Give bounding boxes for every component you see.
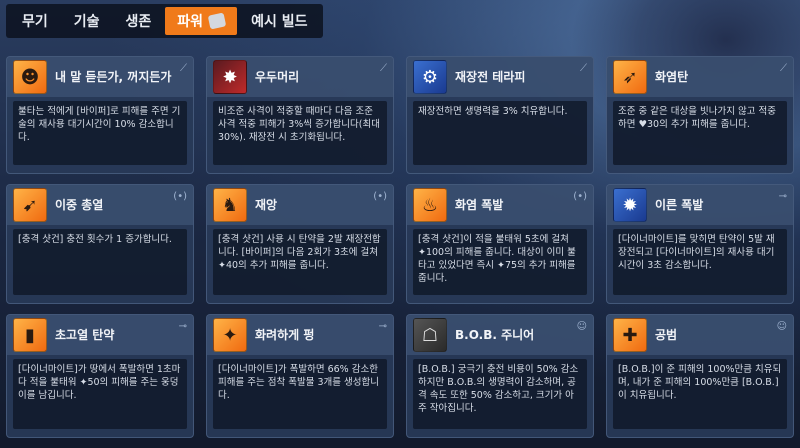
bomb-icon: ✦ <box>213 318 247 352</box>
power-card[interactable]: ☖ B.O.B. 주니어 ☺ [B.O.B.] 궁극기 충전 비용이 50% 감… <box>406 314 594 438</box>
power-card[interactable]: ✸ 우두머리 ⟋ 비조준 사격이 적중할 때마다 다음 조준 사격 적중 피해가… <box>206 56 394 174</box>
card-title: 화려하게 펑 <box>255 328 315 342</box>
card-description: [충격 샷건] 사용 시 탄약을 2발 재장전합니다. [바이퍼]의 다음 2회… <box>213 229 387 295</box>
tab-ability[interactable]: 기술 <box>62 7 112 35</box>
tab-weapon[interactable]: 무기 <box>10 7 60 35</box>
card-header: ▮ 초고열 탄약 <box>7 315 193 355</box>
tab-survival[interactable]: 생존 <box>114 7 164 35</box>
category-icon: ☺ <box>576 321 587 332</box>
flame-icon: ♨ <box>413 188 447 222</box>
power-card[interactable]: ♨ 화염 폭발 (•) [충격 샷건]이 적을 불태워 5초에 걸쳐 ✦100의… <box>406 184 594 304</box>
card-title: 이른 폭발 <box>655 198 704 212</box>
card-description: 조준 중 같은 대상을 빗나가지 않고 적중하면 ♥30의 추가 피해를 줍니다… <box>613 101 787 165</box>
power-card[interactable]: ⚙ 재장전 테라피 ⟋ 재장전하면 생명력을 3% 치유합니다. <box>406 56 594 174</box>
card-header: ✦ 화려하게 펑 <box>207 315 393 355</box>
card-title: 이중 총열 <box>55 198 104 212</box>
power-card[interactable]: ✹ 이른 폭발 ⊸ [다이너마이트]를 맞히면 탄약이 5발 재장전되고 [다이… <box>606 184 794 304</box>
category-icon: ⊸ <box>778 191 787 202</box>
card-description: [B.O.B.] 궁극기 충전 비용이 50% 감소하지만 B.O.B.의 생명… <box>413 359 587 429</box>
gun-icon: ⚙ <box>413 60 447 94</box>
card-description: [다이너마이트]가 땅에서 폭발하면 1초마다 적을 불태워 ✦50의 피해를 … <box>13 359 187 429</box>
card-title: 화염 폭발 <box>455 198 504 212</box>
card-description: 불타는 적에게 [바이퍼]로 피해를 주면 기술의 재사용 대기시간이 10% … <box>13 101 187 165</box>
card-title: 재장전 테라피 <box>455 70 526 84</box>
card-header: ☖ B.O.B. 주니어 <box>407 315 593 355</box>
power-card[interactable]: ✚ 공범 ☺ [B.O.B.]이 준 피해의 100%만큼 치유되며, 내가 준… <box>606 314 794 438</box>
tab-label: 예시 빌드 <box>251 14 308 30</box>
category-icon: ⊸ <box>178 321 187 332</box>
card-header: ➹ 이중 총열 <box>7 185 193 225</box>
tab-label: 기술 <box>73 14 100 30</box>
card-header: ⚙ 재장전 테라피 <box>407 57 593 97</box>
dynamite-icon: ✹ <box>613 188 647 222</box>
power-card[interactable]: ♞ 재앙 (•) [충격 샷건] 사용 시 탄약을 2발 재장전합니다. [바이… <box>206 184 394 304</box>
robot-icon: ☖ <box>413 318 447 352</box>
category-icon: ⟋ <box>180 63 187 74</box>
card-description: 재장전하면 생명력을 3% 치유합니다. <box>413 101 587 165</box>
shotgun-icon: ➹ <box>13 188 47 222</box>
category-icon: (•) <box>373 191 387 202</box>
category-icon: ⟋ <box>780 63 787 74</box>
card-description: [B.O.B.]이 준 피해의 100%만큼 치유되며, 내가 준 피해의 10… <box>613 359 787 429</box>
cross-icon: ✚ <box>613 318 647 352</box>
person-icon: ☻ <box>13 60 47 94</box>
power-card[interactable]: ➹ 이중 총열 (•) [충격 샷건] 충전 횟수가 1 증가합니다. <box>6 184 194 304</box>
burst-icon: ✸ <box>213 60 247 94</box>
card-header: ✹ 이른 폭발 <box>607 185 793 225</box>
power-card[interactable]: ▮ 초고열 탄약 ⊸ [다이너마이트]가 땅에서 폭발하면 1초마다 적을 불태… <box>6 314 194 438</box>
tab-power[interactable]: 파워 <box>165 7 238 35</box>
category-icon: ☺ <box>776 321 787 332</box>
tab-bar: 무기 기술 생존 파워 예시 빌드 <box>6 4 324 38</box>
power-card[interactable]: ☻ 내 말 듣든가, 꺼지든가 ⟋ 불타는 적에게 [바이퍼]로 피해를 주면 … <box>6 56 194 174</box>
card-description: [충격 샷건] 충전 횟수가 1 증가합니다. <box>13 229 187 295</box>
tab-label: 생존 <box>125 14 152 30</box>
category-icon: (•) <box>573 191 587 202</box>
category-icon: ⊸ <box>378 321 387 332</box>
card-title: 재앙 <box>255 198 278 212</box>
power-tab-icon <box>207 12 227 30</box>
tab-example-build[interactable]: 예시 빌드 <box>239 7 319 35</box>
tab-label: 무기 <box>22 14 48 30</box>
card-title: 초고열 탄약 <box>55 328 115 342</box>
category-icon: ⟋ <box>380 63 387 74</box>
card-title: 화염탄 <box>655 70 689 84</box>
card-header: ✚ 공범 <box>607 315 793 355</box>
card-header: ☻ 내 말 듣든가, 꺼지든가 <box>7 57 193 97</box>
card-description: 비조준 사격이 적중할 때마다 다음 조준 사격 적중 피해가 3%씩 증가합니… <box>213 101 387 165</box>
card-title: B.O.B. 주니어 <box>455 328 535 342</box>
card-header: ➶ 화염탄 <box>607 57 793 97</box>
card-description: [다이너마이트]가 폭발하면 66% 감소한 피해를 주는 점착 폭발물 3개를… <box>213 359 387 429</box>
card-title: 내 말 듣든가, 꺼지든가 <box>55 70 172 84</box>
category-icon: ⟋ <box>580 63 587 74</box>
card-header: ♞ 재앙 <box>207 185 393 225</box>
card-header: ♨ 화염 폭발 <box>407 185 593 225</box>
fire-bullet-icon: ➶ <box>613 60 647 94</box>
card-description: [충격 샷건]이 적을 불태워 5초에 걸쳐 ✦100의 피해를 줍니다. 대상… <box>413 229 587 295</box>
card-title: 우두머리 <box>255 70 300 84</box>
card-title: 공범 <box>655 328 678 342</box>
ammo-icon: ▮ <box>13 318 47 352</box>
card-header: ✸ 우두머리 <box>207 57 393 97</box>
power-card[interactable]: ➶ 화염탄 ⟋ 조준 중 같은 대상을 빗나가지 않고 적중하면 ♥30의 추가… <box>606 56 794 174</box>
card-description: [다이너마이트]를 맞히면 탄약이 5발 재장전되고 [다이너마이트]의 재사용… <box>613 229 787 295</box>
hat-icon: ♞ <box>213 188 247 222</box>
category-icon: (•) <box>173 191 187 202</box>
tab-label: 파워 <box>177 14 204 30</box>
power-card[interactable]: ✦ 화려하게 펑 ⊸ [다이너마이트]가 폭발하면 66% 감소한 피해를 주는… <box>206 314 394 438</box>
power-grid: ☻ 내 말 듣든가, 꺼지든가 ⟋ 불타는 적에게 [바이퍼]로 피해를 주면 … <box>6 56 794 438</box>
